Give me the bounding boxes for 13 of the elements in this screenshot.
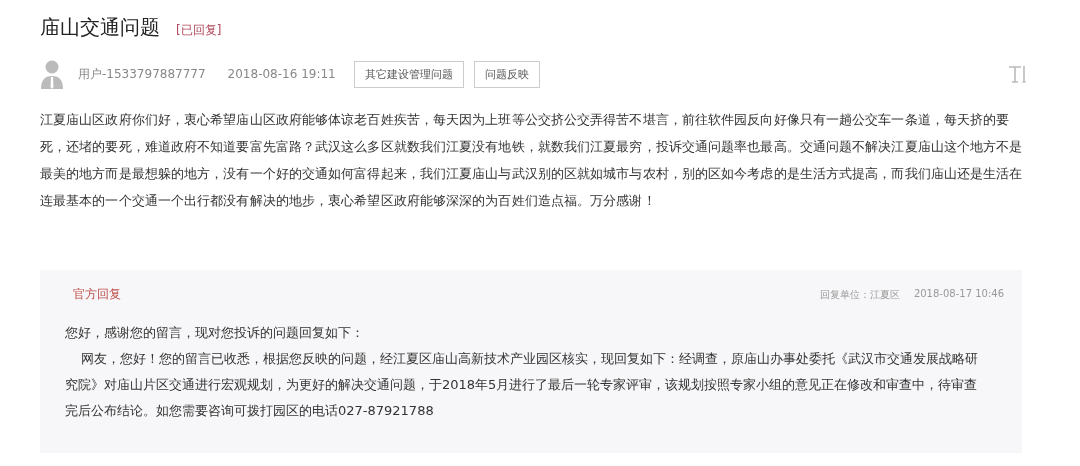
reply-paragraph: 您好，感谢您的留言，现对您投诉的问题回复如下： xyxy=(65,324,365,342)
user-name: 用户-1533797887777 xyxy=(78,65,206,83)
reply-status: [已回复] xyxy=(176,22,222,39)
reply-unit: 回复单位：江夏区 xyxy=(819,287,900,302)
post-time: 2018-08-16 19:11 xyxy=(227,67,336,81)
question-title: 庙山交通问题 xyxy=(40,14,160,41)
reply-time: 2018-08-17 10:46 xyxy=(913,287,1004,301)
category-tag[interactable]: 问题反映 xyxy=(473,60,540,88)
question-body: 江夏庙山区政府你们好，衷心希望庙山区政府能够体谅老百姓疾苦，每天因为上班等公交挤公交弄得苦不堪言，前往软件园反向好像只有一趟公交车一条道，每天挤的要死，还堵的要死，难道政府不知道要富先富路？武汉这么多区就数我们江夏没有地铁，就数我们江夏最穷，投诉交通问题率也最高。交通问题不解决江夏庙山这个地方不是最美的地方而是最想躲的地方，没有一个好的交通如何富得起来，我们江夏庙山与武汉别的区就如城市与农村，别的区如今考虑的是生活方式提高，而我们庙山还是生活在连最基本的一个交通一个出行都没有解决的地步，衷心希望区政府能够深深的为百姓们造点福。万分感谢！ xyxy=(40,111,1024,210)
category-tag[interactable]: 其它建设管理问题 xyxy=(353,60,464,88)
reply-heading: 官方回复 xyxy=(73,286,121,303)
reply-paragraph: 网友，您好！您的留言已收悉，根据您反映的问题，经江夏区庙山高新技术产业园区核实，现回复如下：经调查，原庙山办事处委托《武汉市交通发展战略研究院》对庙山片区交通进行宏观规划，为更好的解决交通问题，于2018年5月进行了最后一轮专家评审，该规划按照专家小组的意见正在修改和审查中，待审查完后公布结论。如您需要咨询可拨打园区的电话027-87921788 xyxy=(65,350,979,420)
avatar-icon xyxy=(40,59,64,89)
